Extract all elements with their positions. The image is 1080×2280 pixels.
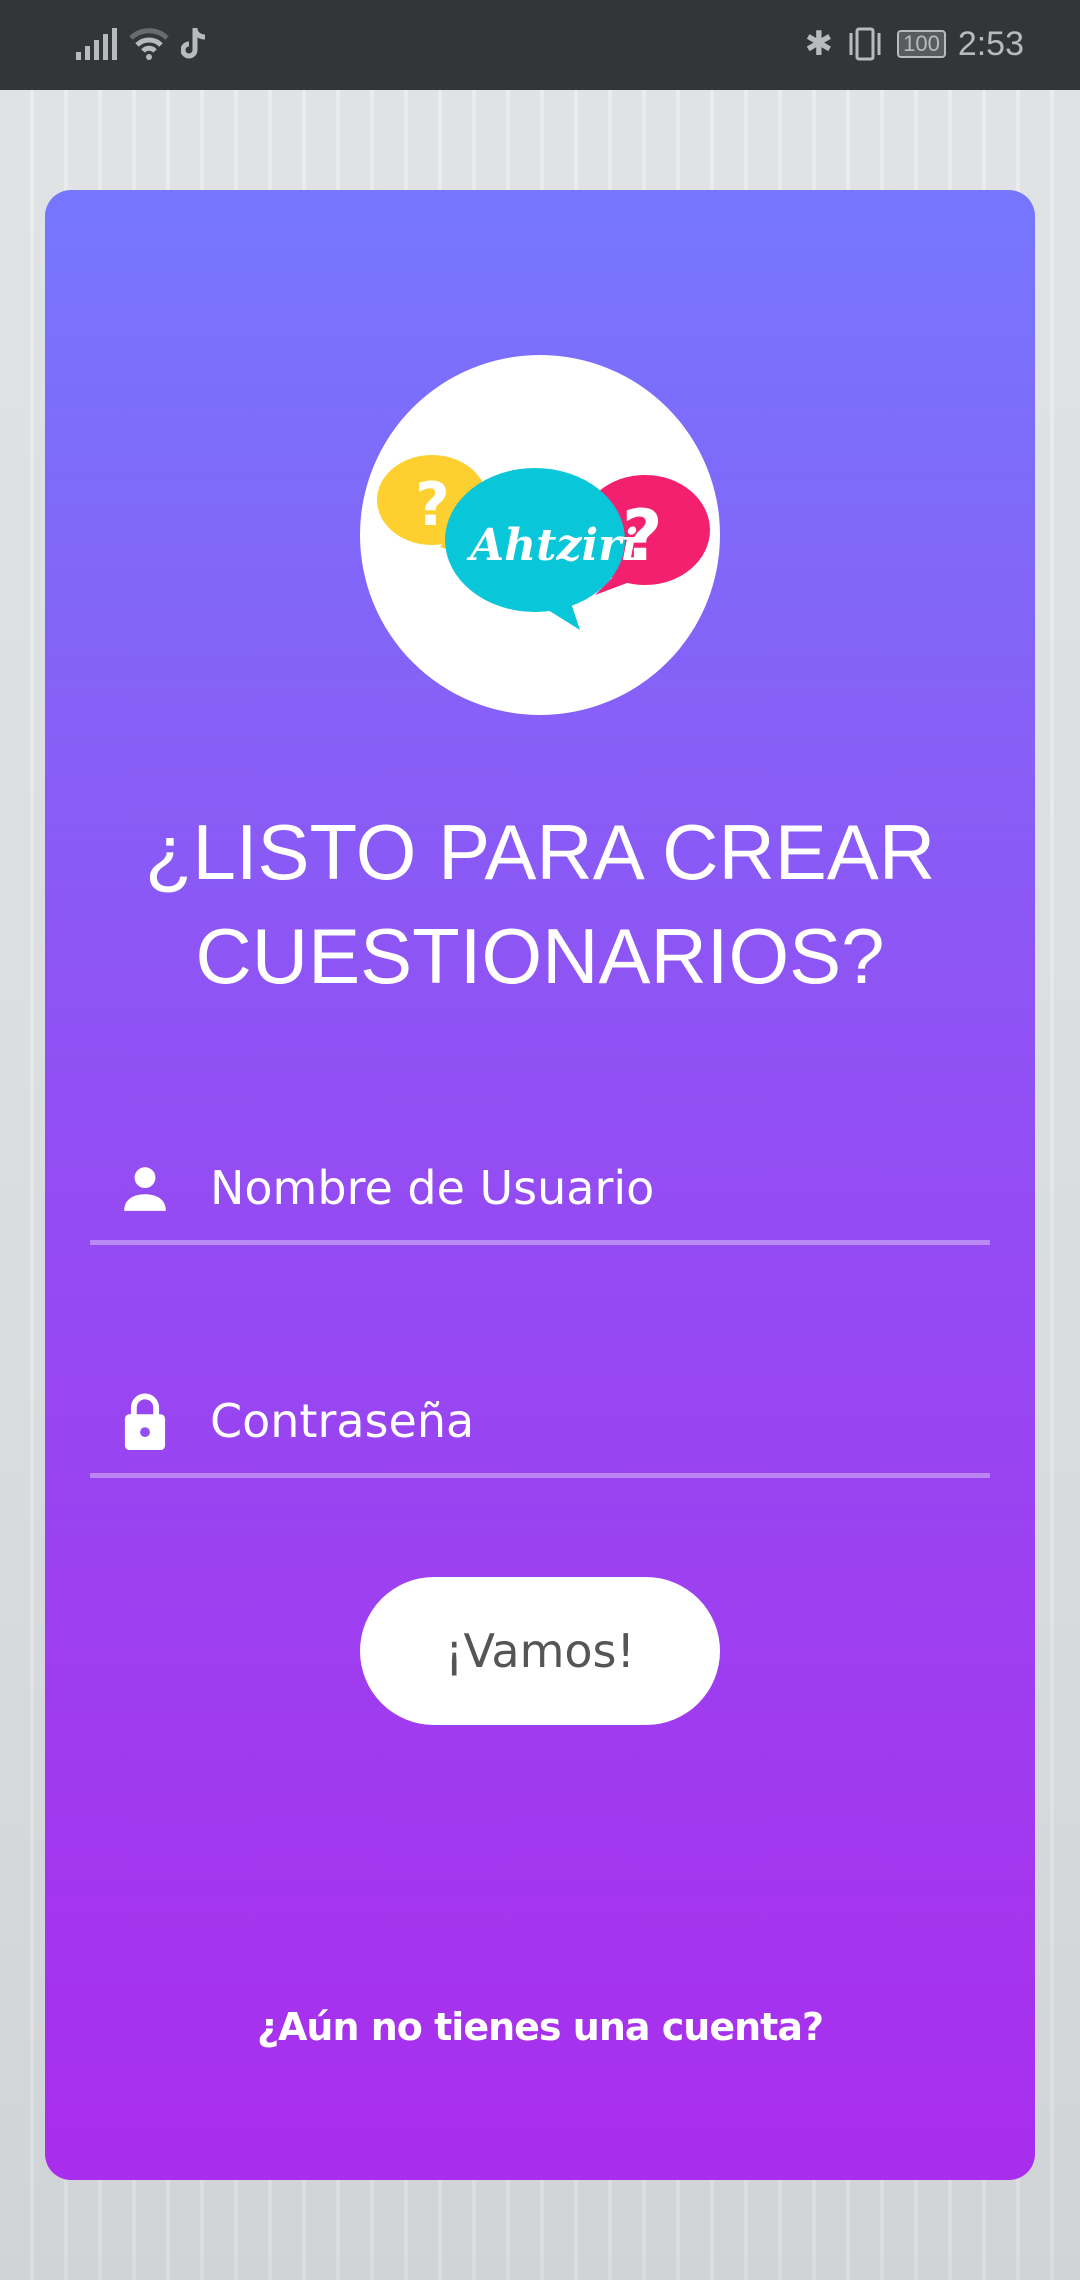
title-line-1: ¿LISTO PARA CREAR	[144, 808, 936, 896]
battery-icon: 100	[897, 30, 946, 58]
clock: 2:53	[957, 24, 1024, 63]
logo-text: Ahtziri	[466, 520, 638, 571]
status-bar: ✱ 100 2:53	[0, 0, 1080, 90]
password-field[interactable]	[90, 1368, 990, 1478]
signup-link[interactable]: ¿Aún no tienes una cuenta?	[45, 2005, 1035, 2049]
wifi-icon	[129, 28, 169, 60]
login-card: ? ? Ahtziri ¿LISTO PARA CREAR CUESTIONAR…	[45, 190, 1035, 2180]
login-button[interactable]: ¡Vamos!	[360, 1577, 720, 1725]
tiktok-icon	[181, 27, 206, 59]
bluetooth-icon: ✱	[804, 25, 834, 63]
page-title: ¿LISTO PARA CREAR CUESTIONARIOS?	[45, 800, 1035, 1008]
svg-text:?: ?	[415, 470, 450, 540]
title-line-2: CUESTIONARIOS?	[195, 912, 885, 1000]
signal-icon	[76, 26, 117, 60]
lock-icon	[100, 1392, 190, 1450]
password-input[interactable]	[210, 1393, 970, 1448]
vibrate-icon	[849, 27, 881, 61]
username-input[interactable]	[210, 1160, 970, 1215]
username-field[interactable]	[90, 1135, 990, 1245]
app-logo: ? ? Ahtziri	[360, 355, 720, 715]
user-icon	[100, 1163, 190, 1213]
